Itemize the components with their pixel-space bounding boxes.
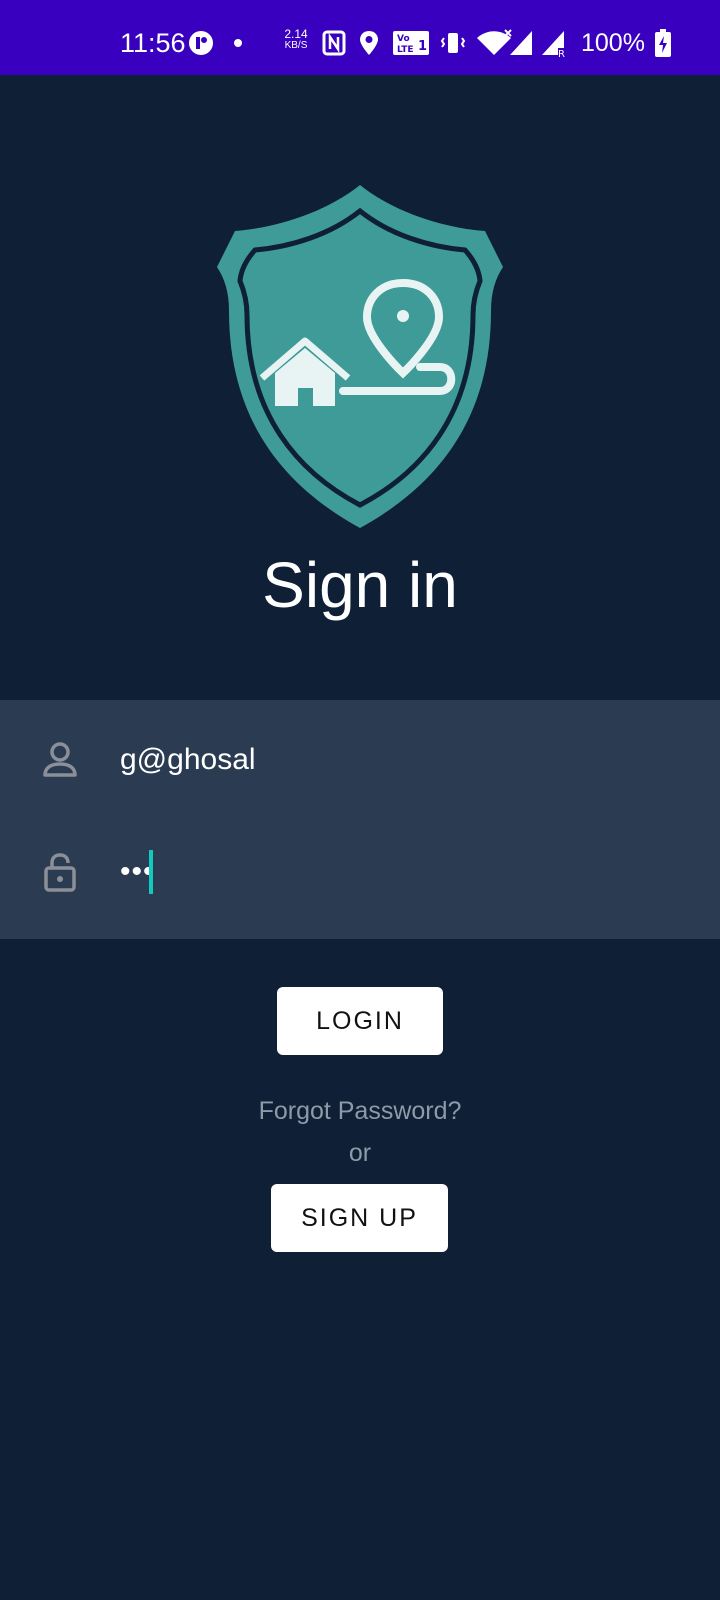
sign-in-screen: 11:56 2.14 KB/S Vo LTE 1 R 100% Sign in …	[0, 0, 720, 1600]
username-value: g@ghosal	[120, 743, 256, 776]
or-separator: or	[348, 1139, 372, 1167]
lock-icon	[44, 853, 76, 892]
login-button[interactable]: LOGIN	[277, 987, 443, 1055]
person-icon	[43, 742, 77, 777]
status-time: 11:56	[120, 28, 186, 58]
volte-icon: Vo LTE 1	[393, 31, 429, 55]
svg-text:1: 1	[418, 39, 427, 54]
shield-home-location-logo	[217, 185, 503, 528]
password-field[interactable]: •••	[0, 822, 720, 922]
network-speed: 2.14 KB/S	[280, 28, 312, 52]
network-speed-unit: KB/S	[284, 40, 308, 51]
app-notification-icon	[189, 31, 213, 55]
svg-text:Vo: Vo	[397, 34, 410, 44]
sign-up-button[interactable]: SIGN UP	[271, 1184, 448, 1252]
location-icon	[360, 31, 378, 55]
login-form: g@ghosal •••	[0, 700, 720, 939]
network-speed-value: 2.14	[284, 27, 308, 41]
svg-text:LTE: LTE	[397, 45, 414, 55]
signal-roaming-icon: R	[542, 31, 565, 58]
username-field[interactable]: g@ghosal	[0, 710, 720, 810]
nfc-icon	[322, 30, 346, 56]
signal-icon	[510, 31, 532, 55]
svg-text:R: R	[558, 49, 565, 58]
battery-percentage: 100%	[581, 29, 645, 57]
dot-icon	[234, 39, 242, 47]
status-bar: 11:56 2.14 KB/S Vo LTE 1 R 100%	[0, 0, 720, 75]
forgot-password-link[interactable]: Forgot Password?	[0, 1093, 720, 1129]
battery-charging-icon	[655, 29, 671, 57]
page-title: Sign in	[262, 549, 458, 621]
text-cursor	[149, 850, 153, 894]
vibrate-icon	[440, 33, 466, 53]
